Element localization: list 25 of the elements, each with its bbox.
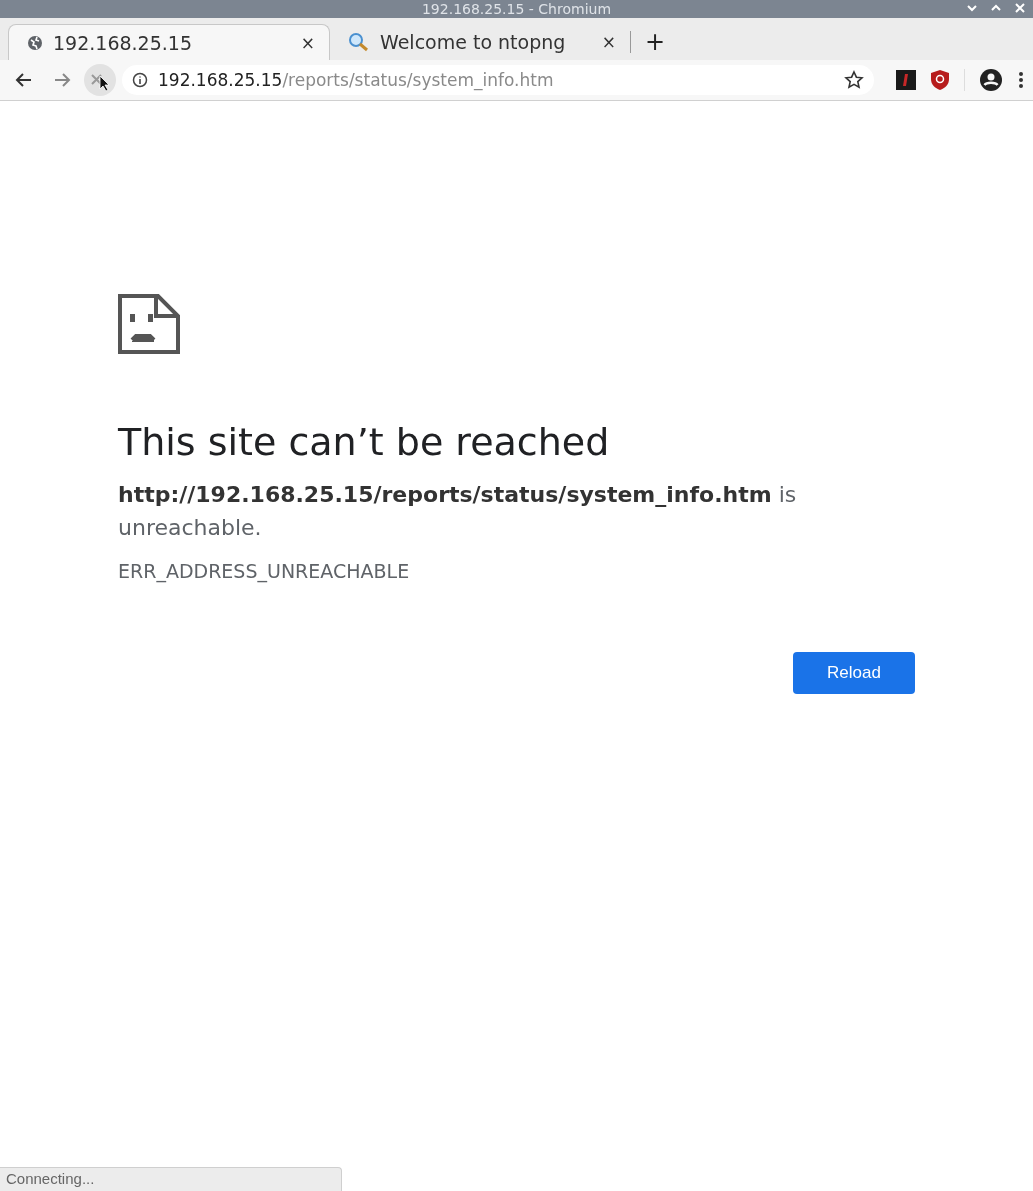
error-heading: This site can’t be reached (118, 420, 611, 464)
error-code: ERR_ADDRESS_UNREACHABLE (118, 560, 411, 582)
window-title: 192.168.25.15 - Chromium (421, 1, 612, 17)
browser-tab[interactable]: Welcome to ntopng × (330, 24, 630, 60)
tab-title: Welcome to ntopng (380, 31, 567, 53)
address-bar[interactable]: 192.168.25.15/reports/status/system_info.htm (122, 65, 874, 95)
profile-icon[interactable] (979, 68, 1003, 92)
info-icon[interactable] (132, 72, 148, 88)
url-text: 192.168.25.15/reports/status/system_info.htm (158, 70, 555, 90)
shield-icon[interactable] (930, 69, 950, 91)
magnifier-icon (348, 32, 370, 52)
sad-page-icon (118, 294, 180, 354)
menu-icon[interactable] (1017, 70, 1025, 90)
tab-title: 192.168.25.15 (53, 31, 193, 54)
status-bubble: Connecting... (0, 1167, 342, 1191)
reload-button[interactable]: Reload (793, 652, 915, 694)
new-tab-button[interactable]: + (639, 27, 672, 57)
tab-close-button[interactable]: × (298, 32, 317, 53)
browser-tab[interactable]: 192.168.25.15 × (8, 24, 330, 60)
globe-icon (27, 34, 43, 51)
close-icon[interactable] (1013, 1, 1027, 15)
star-icon[interactable] (844, 70, 864, 90)
error-message: http://192.168.25.15/reports/status/system_info.htm is unreachable. (118, 481, 798, 542)
extension-icon[interactable] (896, 70, 916, 90)
tab-close-button[interactable]: × (599, 32, 618, 52)
